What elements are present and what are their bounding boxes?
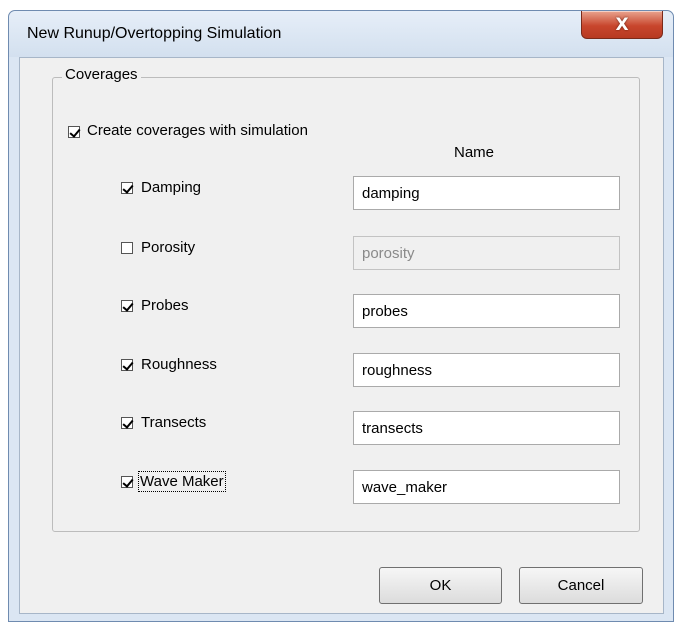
checkmark-icon bbox=[122, 476, 134, 488]
transects-checkbox[interactable] bbox=[121, 417, 134, 429]
porosity-checkbox[interactable] bbox=[121, 242, 133, 254]
coverages-group-label: Coverages bbox=[62, 66, 141, 83]
probes-checkbox[interactable] bbox=[121, 300, 134, 312]
transects-name-field[interactable] bbox=[353, 411, 620, 445]
roughness-name-field[interactable] bbox=[353, 353, 620, 387]
checkmark-icon bbox=[122, 182, 134, 194]
porosity-name-field bbox=[353, 236, 620, 270]
create-coverages-label[interactable]: Create coverages with simulation bbox=[87, 122, 308, 139]
wave-maker-checkbox[interactable] bbox=[121, 476, 134, 488]
probes-label[interactable]: Probes bbox=[141, 297, 189, 314]
title-bar[interactable]: New Runup/Overtopping Simulation X bbox=[9, 11, 673, 57]
checkmark-icon bbox=[122, 359, 134, 371]
cancel-button[interactable]: Cancel bbox=[519, 567, 643, 604]
close-icon: X bbox=[615, 14, 629, 35]
porosity-label[interactable]: Porosity bbox=[141, 239, 195, 256]
roughness-label[interactable]: Roughness bbox=[141, 356, 217, 373]
transects-label[interactable]: Transects bbox=[141, 414, 206, 431]
damping-checkbox[interactable] bbox=[121, 182, 134, 194]
checkmark-icon bbox=[122, 300, 134, 312]
ok-button[interactable]: OK bbox=[379, 567, 502, 604]
damping-label[interactable]: Damping bbox=[141, 179, 201, 196]
create-coverages-checkbox[interactable] bbox=[68, 126, 81, 138]
wave-maker-label[interactable]: Wave Maker bbox=[138, 471, 226, 492]
wave-maker-name-field[interactable] bbox=[353, 470, 620, 504]
window-title: New Runup/Overtopping Simulation bbox=[27, 25, 282, 42]
dialog-window: New Runup/Overtopping Simulation X Cover… bbox=[8, 10, 674, 622]
roughness-checkbox[interactable] bbox=[121, 359, 134, 371]
probes-name-field[interactable] bbox=[353, 294, 620, 328]
dialog-client-area: Coverages Create coverages with simulati… bbox=[19, 57, 664, 614]
name-column-header: Name bbox=[454, 144, 495, 161]
close-button[interactable]: X bbox=[581, 11, 663, 39]
damping-name-field[interactable] bbox=[353, 176, 620, 210]
checkmark-icon bbox=[69, 126, 81, 138]
checkmark-icon bbox=[122, 417, 134, 429]
